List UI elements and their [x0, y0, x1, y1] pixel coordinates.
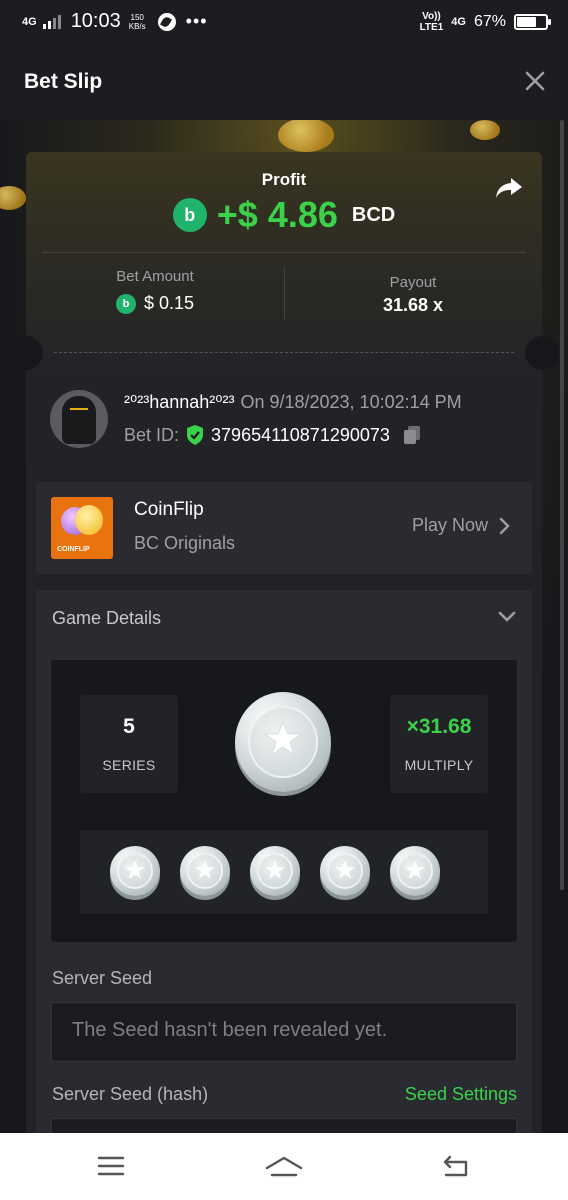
bet-id-label: Bet ID:: [124, 424, 180, 445]
game-card[interactable]: COINFLIP CoinFlip BC Originals Play Now: [36, 482, 532, 574]
profit-value: +$ 4.86: [216, 194, 338, 235]
battery-icon: [514, 14, 551, 30]
server-seed-hash-field[interactable]: [51, 1118, 517, 1133]
home-icon: [265, 1156, 303, 1177]
bet-info: ²⁰²³hannah²⁰²³ On 9/18/2023, 10:02:14 PM …: [50, 390, 520, 450]
back-icon: [443, 1155, 468, 1177]
share-button[interactable]: [494, 172, 524, 202]
share-icon: [496, 178, 522, 198]
page-title: Bet Slip: [24, 70, 103, 93]
copy-button[interactable]: [402, 424, 422, 446]
multiply-value: ×31.68: [406, 715, 472, 738]
bet-id-value: 379654110871290073: [211, 424, 390, 445]
server-seed-hash-label: Server Seed (hash): [52, 1084, 209, 1104]
profit-currency: BCD: [351, 203, 396, 226]
username[interactable]: ²⁰²³hannah²⁰²³: [124, 392, 234, 412]
network-speed: 150 KB/s: [128, 12, 146, 31]
scrollbar[interactable]: [560, 120, 564, 890]
result-coin-icon: [180, 846, 230, 896]
payout-value: 31.68 x: [382, 295, 444, 315]
ticket-notch: [525, 336, 559, 370]
mobile-data-icon: 4G: [451, 15, 466, 28]
game-name: CoinFlip: [134, 499, 204, 520]
network-type-label: 4G: [22, 15, 37, 28]
result-coin-icon: [110, 846, 160, 896]
dashed-divider: [54, 352, 514, 353]
bet-amount: Bet Amount b $ 0.15: [26, 268, 284, 314]
profit-label: Profit: [261, 170, 307, 189]
battery-level: [517, 17, 536, 27]
copy-icon: [403, 426, 420, 444]
menu-icon: [97, 1156, 125, 1176]
system-nav-bar: [0, 1133, 568, 1200]
payout: Payout 31.68 x: [284, 274, 542, 316]
play-now-button[interactable]: Play Now: [412, 515, 510, 536]
bcd-coin-icon: b: [115, 293, 136, 314]
decorative-coin: [470, 120, 500, 140]
result-coin-icon: [320, 846, 370, 896]
game-details-panel: Game Details 5 SERIES ×31.68 MULTIPLY Se…: [36, 590, 532, 1133]
series-value: 5: [123, 715, 135, 738]
main-coin-icon: [235, 692, 331, 792]
multiply-box: ×31.68 MULTIPLY: [390, 695, 488, 793]
clock: 10:03: [70, 10, 121, 32]
star-icon: [263, 720, 303, 757]
seed-settings-link[interactable]: Seed Settings: [405, 1084, 517, 1105]
back-button[interactable]: [440, 1153, 470, 1179]
play-now-label: Play Now: [411, 515, 488, 535]
series-box: 5 SERIES: [80, 695, 178, 793]
header: Bet Slip: [0, 44, 568, 120]
app-notification-icon: [157, 12, 176, 31]
divider: [42, 252, 526, 253]
close-icon: [525, 71, 545, 91]
server-seed-field[interactable]: The Seed hasn't been revealed yet.: [51, 1002, 517, 1062]
result-coin-icon: [390, 846, 440, 896]
bet-amount-value: $ 0.15: [143, 293, 195, 313]
game-details-title[interactable]: Game Details: [52, 608, 161, 629]
volte-indicator: Vo)) LTE1: [419, 11, 444, 33]
bcd-coin-icon: b: [172, 198, 207, 232]
server-seed-label: Server Seed: [52, 968, 153, 988]
result-coin-icon: [250, 846, 300, 896]
series-label: SERIES: [102, 757, 156, 773]
game-provider: BC Originals: [134, 533, 236, 553]
bet-card: Profit b +$ 4.86 BCD Bet Amount b $ 0.15: [9, 152, 559, 1133]
bet-amount-label: Bet Amount: [116, 268, 194, 285]
decorative-coin: [0, 186, 26, 210]
bet-slip-content[interactable]: Profit b +$ 4.86 BCD Bet Amount b $ 0.15: [0, 120, 568, 1133]
status-bar: 4G 10:03 150 KB/s ••• Vo)) LTE1 4G 67%: [0, 0, 568, 44]
game-result-stage: 5 SERIES ×31.68 MULTIPLY: [51, 660, 517, 942]
verified-shield-icon: [187, 425, 204, 445]
server-seed-placeholder: The Seed hasn't been revealed yet.: [72, 1019, 388, 1041]
decorative-coin: [278, 120, 334, 152]
battery-percent: 67%: [473, 13, 506, 30]
chevron-down-icon: [498, 611, 516, 622]
close-button[interactable]: [524, 70, 546, 92]
more-notifications-icon: •••: [185, 11, 208, 31]
payout-label: Payout: [389, 274, 437, 291]
collapse-button[interactable]: [498, 610, 516, 624]
chevron-right-icon: [499, 517, 510, 534]
multiply-label: MULTIPLY: [404, 757, 474, 773]
coinflip-thumbnail: COINFLIP: [51, 497, 113, 559]
avatar[interactable]: [50, 390, 108, 448]
ticket-notch: [9, 336, 43, 370]
recent-apps-button[interactable]: [96, 1153, 126, 1179]
profit-section: Profit b +$ 4.86 BCD Bet Amount b $ 0.15: [26, 152, 542, 370]
home-button[interactable]: [264, 1153, 304, 1179]
bet-date: On 9/18/2023, 10:02:14 PM: [240, 392, 462, 412]
signal-strength-icon: [42, 14, 61, 29]
series-results: [80, 830, 488, 914]
